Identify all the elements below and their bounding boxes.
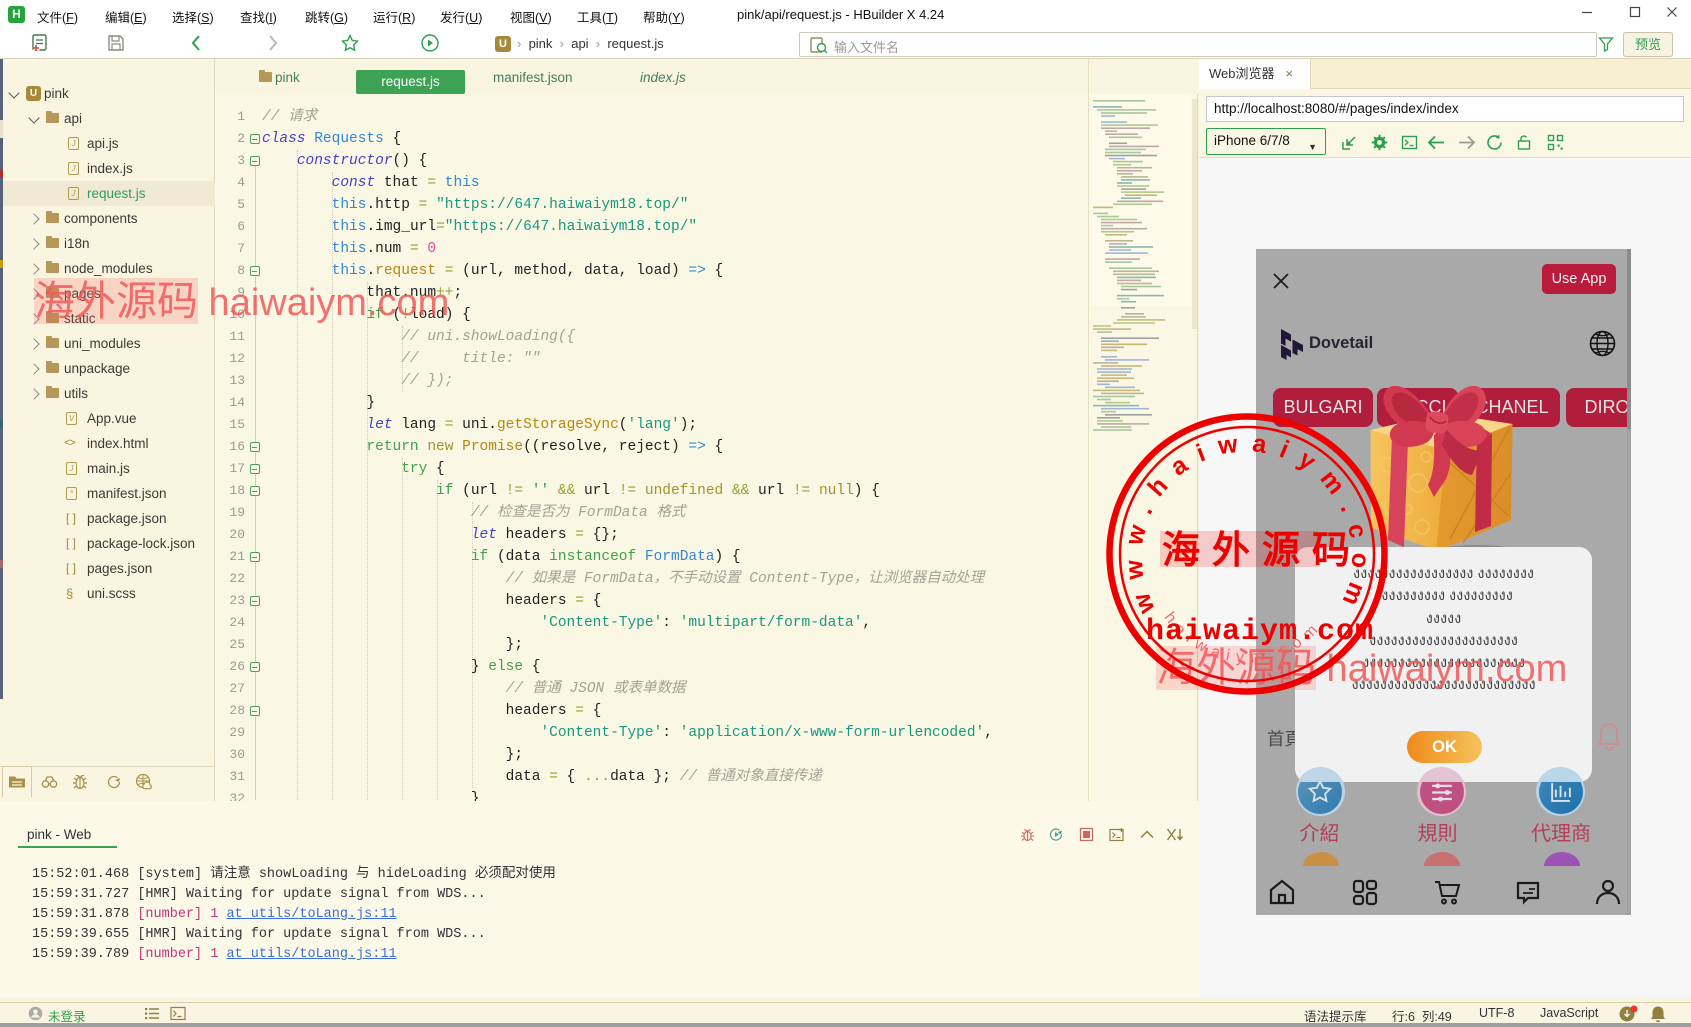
- svg-text:www.haiwaiym.com: www.haiwaiym.com: [1119, 429, 1374, 622]
- svg-text:海外源码: 海外源码: [1162, 530, 1362, 572]
- svg-text:haiwaiym.com: haiwaiym.com: [1146, 615, 1374, 649]
